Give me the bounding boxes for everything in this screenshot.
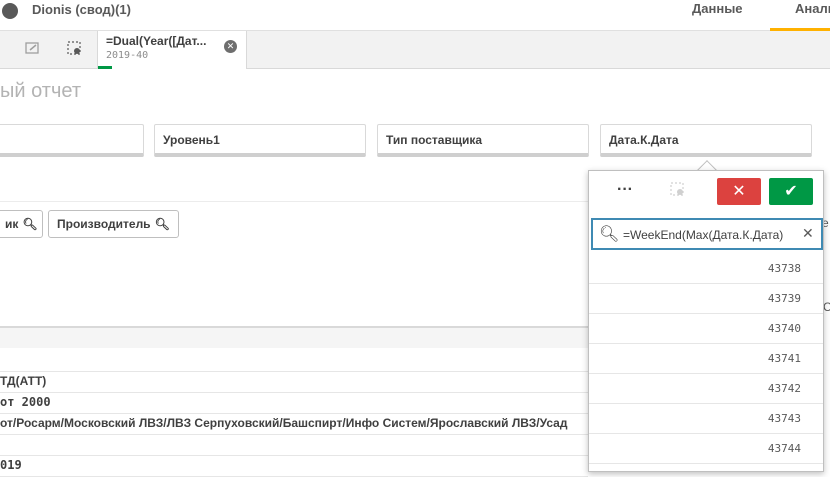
list-item[interactable]: 43744 xyxy=(589,434,823,464)
tab-analysis[interactable]: Анали xyxy=(795,1,830,16)
list-item[interactable]: 43742 xyxy=(589,374,823,404)
filter-pane-1[interactable] xyxy=(0,124,144,157)
search-icon: 🔍︎ xyxy=(599,226,620,243)
list-item[interactable]: 43739 xyxy=(589,284,823,314)
table-row: от 2000 xyxy=(0,392,588,414)
confirm-selection-button[interactable]: ✔ xyxy=(769,178,813,205)
selection-field-name: =Dual(Year([Дат... xyxy=(106,34,207,48)
list-item[interactable]: 43743 xyxy=(589,404,823,434)
filter-label: Дата.К.Дата xyxy=(609,133,679,147)
app-title: Dionis (свод)(1) xyxy=(32,2,131,17)
table-row: 019 xyxy=(0,455,588,477)
search-icon: 🔍︎ xyxy=(22,217,38,231)
clear-selection-icon[interactable]: ✕ xyxy=(224,40,237,53)
tab-data[interactable]: Данные xyxy=(692,1,743,16)
section-divider xyxy=(0,201,588,202)
search-field-label: Производитель xyxy=(57,217,151,231)
app-menu-icon[interactable] xyxy=(2,3,18,19)
clear-selection-disabled-icon xyxy=(669,181,687,200)
search-field-button-manufacturer[interactable]: Производитель 🔍︎ xyxy=(48,210,179,238)
table-row xyxy=(0,350,588,372)
clear-all-selections-icon[interactable] xyxy=(64,40,86,60)
filter-pane-date[interactable]: Дата.К.Дата xyxy=(600,124,812,157)
listbox-search-box: 🔍︎ ✕ xyxy=(591,218,823,250)
list-item[interactable]: 43741 xyxy=(589,344,823,374)
current-selection-chip[interactable]: =Dual(Year([Дат... 2019-40 ✕ xyxy=(97,31,247,69)
list-item[interactable]: 43738 xyxy=(589,254,823,284)
sheet-title: ый отчет xyxy=(0,80,81,102)
filter-pane-level1[interactable]: Уровень1 xyxy=(154,124,366,157)
table-header xyxy=(0,326,588,348)
selection-state-bar xyxy=(98,66,112,69)
listbox-popup: ··· ✕ ✔ 🔍︎ ✕ 43738 43739 43740 43741 437… xyxy=(588,170,824,472)
filter-label: Уровень1 xyxy=(163,133,220,147)
table-row: ТД(АТТ) xyxy=(0,371,588,393)
clear-search-icon[interactable]: ✕ xyxy=(802,225,814,242)
table-row: от/Росарм/Московский ЛВЗ/ЛВЗ Серпуховски… xyxy=(0,413,588,435)
table-row xyxy=(0,434,588,456)
filter-label: Тип поставщика xyxy=(386,133,483,147)
search-icon: 🔍︎ xyxy=(154,217,170,231)
search-field-label: ик xyxy=(5,217,19,231)
listbox-search-input[interactable] xyxy=(623,225,795,245)
search-field-button-1[interactable]: ик 🔍︎ xyxy=(0,210,43,238)
list-item[interactable]: 43740 xyxy=(589,314,823,344)
cancel-selection-button[interactable]: ✕ xyxy=(717,178,761,205)
step-back-icon[interactable] xyxy=(22,40,44,60)
selection-field-value: 2019-40 xyxy=(106,50,149,61)
edge-text: С xyxy=(823,300,830,314)
more-options-button[interactable]: ··· xyxy=(617,181,633,199)
listbox-values: 43738 43739 43740 43741 43742 43743 4374… xyxy=(589,254,823,464)
filter-pane-supplier-type[interactable]: Тип поставщика xyxy=(377,124,589,157)
top-bar: Dionis (свод)(1) Данные Анали xyxy=(0,0,830,31)
